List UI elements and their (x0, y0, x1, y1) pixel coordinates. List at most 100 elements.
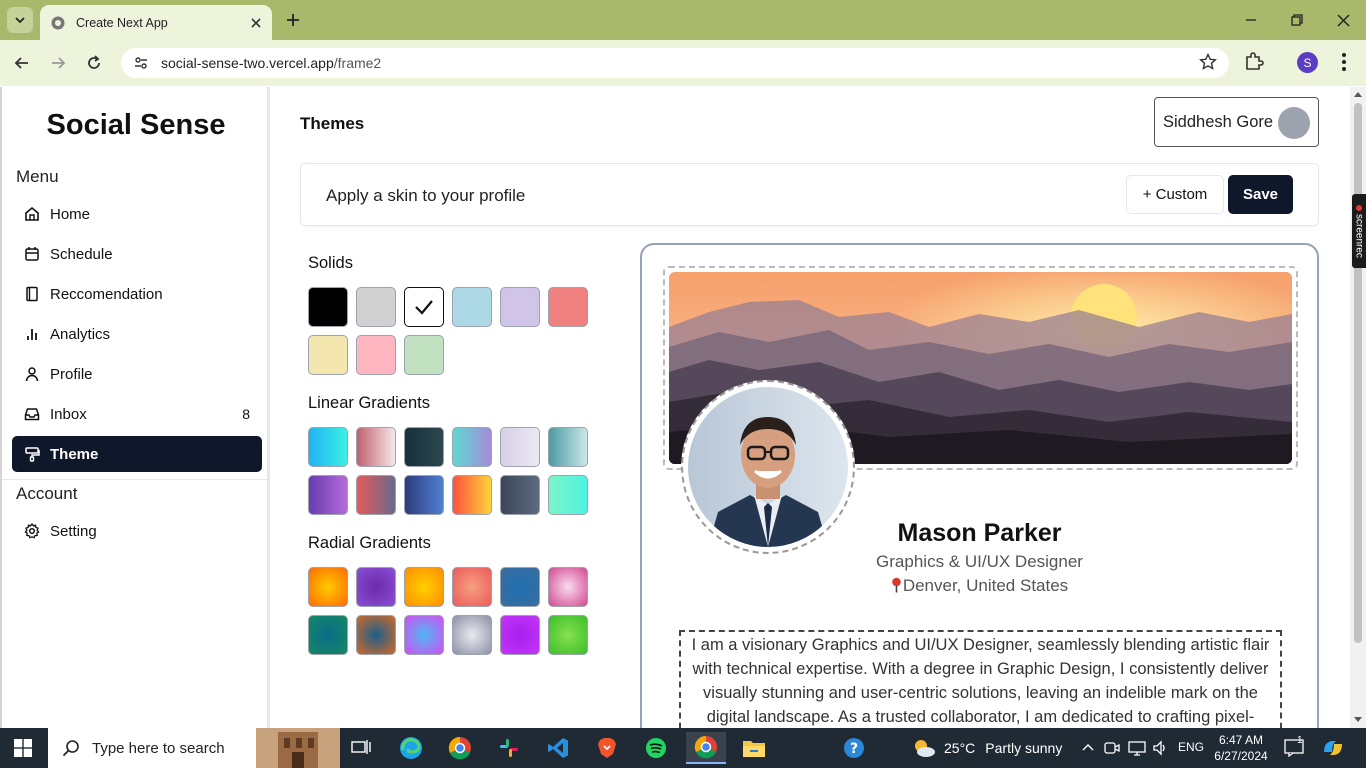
meet-now-icon[interactable] (1104, 740, 1120, 756)
radial-gradient-swatch[interactable] (404, 615, 444, 655)
radial-gradient-swatch[interactable] (452, 615, 492, 655)
screenrec-extension-tab[interactable]: screenrec (1352, 194, 1366, 268)
minimize-button[interactable] (1239, 8, 1263, 32)
taskbar-vscode[interactable] (538, 732, 578, 764)
taskbar-slack[interactable] (489, 732, 529, 764)
sidebar-item-reccomendation[interactable]: Reccomendation (12, 276, 262, 312)
sidebar-item-theme[interactable]: Theme (12, 436, 262, 472)
taskbar-clock[interactable]: 6:47 AM 6/27/2024 (1210, 732, 1272, 764)
linear-gradient-swatch[interactable] (404, 475, 444, 515)
profile-preview-card: Mason Parker Graphics & UI/UX Designer D… (640, 243, 1319, 728)
address-bar[interactable]: social-sense-two.vercel.app/frame2 (121, 48, 1229, 78)
taskbar-chrome-active[interactable] (686, 732, 726, 764)
browser-profile-avatar[interactable]: S (1297, 52, 1318, 73)
back-button[interactable] (9, 50, 35, 76)
brave-icon (598, 738, 616, 758)
tab-search-button[interactable] (7, 7, 33, 33)
star-icon[interactable] (1199, 53, 1217, 71)
solid-swatch[interactable] (308, 335, 348, 375)
site-info-icon[interactable] (133, 55, 149, 71)
solid-swatch[interactable] (356, 287, 396, 327)
book-icon (26, 286, 38, 302)
windows-start-icon[interactable] (14, 739, 32, 757)
search-placeholder: Type here to search (92, 739, 225, 757)
puzzle-icon[interactable] (1243, 50, 1265, 72)
forward-button[interactable] (45, 50, 71, 76)
solid-swatch[interactable] (548, 287, 588, 327)
user-menu-button[interactable]: Siddhesh Gore (1154, 97, 1319, 147)
notification-center-button[interactable]: 1 (1284, 735, 1304, 762)
taskbar-spotify[interactable] (636, 732, 676, 764)
checkmark-icon (415, 300, 433, 315)
solid-swatch[interactable] (308, 287, 348, 327)
linear-gradient-swatch[interactable] (548, 427, 588, 467)
sidebar-item-profile[interactable]: Profile (12, 356, 262, 392)
profile-role: Graphics & UI/UX Designer (876, 552, 1083, 571)
radial-gradient-swatch[interactable] (308, 567, 348, 607)
weather-widget[interactable]: 25°C Partly sunny (912, 728, 1062, 768)
browser-tab[interactable]: Create Next App (40, 5, 272, 40)
linear-gradient-swatch[interactable] (500, 427, 540, 467)
profile-bio[interactable]: I am a visionary Graphics and UI/UX Desi… (679, 630, 1282, 728)
volume-icon[interactable] (1152, 740, 1168, 756)
linear-gradient-swatch[interactable] (404, 427, 444, 467)
scroll-down-arrow[interactable] (1354, 717, 1362, 722)
linear-gradient-swatch[interactable] (356, 475, 396, 515)
task-view-button[interactable] (341, 732, 381, 764)
taskbar-brave[interactable] (587, 732, 627, 764)
close-tab-icon[interactable] (250, 17, 262, 29)
radial-gradient-swatch[interactable] (452, 567, 492, 607)
custom-theme-button[interactable]: + Custom (1126, 175, 1224, 214)
more-vert-icon[interactable] (1334, 50, 1354, 74)
arrow-right-icon (52, 57, 66, 69)
radial-gradient-swatch[interactable] (548, 567, 588, 607)
radial-gradient-swatch[interactable] (548, 615, 588, 655)
radial-gradient-swatch[interactable] (356, 615, 396, 655)
taskbar-search-input[interactable]: Type here to search (48, 728, 340, 768)
sidebar-item-label: Schedule (50, 245, 113, 263)
input-language[interactable]: ENG (1178, 740, 1204, 754)
linear-gradient-swatch[interactable] (500, 475, 540, 515)
new-tab-button[interactable] (282, 9, 304, 31)
radial-gradient-swatch[interactable] (404, 567, 444, 607)
sidebar-item-inbox[interactable]: Inbox 8 (12, 396, 262, 432)
page-scrollbar[interactable] (1350, 87, 1366, 728)
reload-button[interactable] (81, 50, 107, 76)
chevron-up-icon[interactable] (1082, 742, 1094, 752)
close-window-button[interactable] (1331, 8, 1355, 32)
linear-gradient-swatch[interactable] (452, 427, 492, 467)
sidebar-item-setting[interactable]: Setting (12, 513, 262, 549)
restore-button[interactable] (1285, 8, 1309, 32)
linear-gradient-swatch[interactable] (308, 427, 348, 467)
edge-icon (400, 737, 422, 759)
bar-chart-icon (27, 329, 37, 340)
network-icon[interactable] (1128, 740, 1146, 756)
linear-gradient-swatch[interactable] (548, 475, 588, 515)
linear-gradient-swatch[interactable] (356, 427, 396, 467)
search-highlight-image (256, 728, 340, 768)
linear-gradient-swatch[interactable] (308, 475, 348, 515)
solid-swatch[interactable] (356, 335, 396, 375)
partly-sunny-icon (915, 740, 935, 757)
sidebar-item-analytics[interactable]: Analytics (12, 316, 262, 352)
scroll-up-arrow[interactable] (1354, 92, 1362, 97)
linear-gradient-swatch[interactable] (452, 475, 492, 515)
solid-swatch[interactable] (404, 335, 444, 375)
solid-swatch[interactable] (500, 287, 540, 327)
taskbar-chrome-profile[interactable] (440, 732, 480, 764)
radial-gradient-swatch[interactable] (500, 567, 540, 607)
copilot-icon[interactable] (1322, 738, 1344, 758)
radial-gradient-swatch[interactable] (308, 615, 348, 655)
radial-gradient-swatch[interactable] (500, 615, 540, 655)
taskbar-file-explorer[interactable] (734, 732, 774, 764)
radial-gradient-swatch[interactable] (356, 567, 396, 607)
windows-taskbar: Type here to search ? 25°C Partly sunny … (0, 728, 1366, 768)
scroll-thumb[interactable] (1354, 103, 1362, 643)
sidebar-item-schedule[interactable]: Schedule (12, 236, 262, 272)
taskbar-edge[interactable] (391, 732, 431, 764)
save-button[interactable]: Save (1228, 175, 1293, 214)
taskbar-help[interactable]: ? (834, 732, 874, 764)
solid-swatch[interactable] (452, 287, 492, 327)
sidebar-item-home[interactable]: Home (12, 196, 262, 232)
solid-swatch-selected[interactable] (404, 287, 444, 327)
